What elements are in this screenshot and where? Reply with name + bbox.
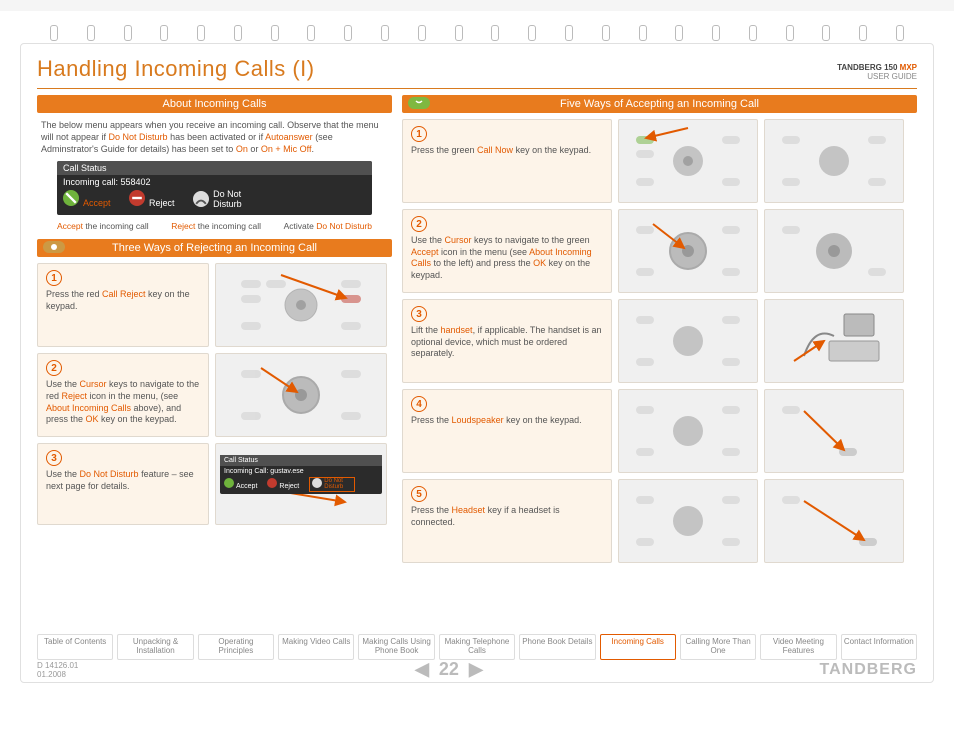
- accept-illustration-4a: [618, 389, 758, 473]
- tab-contact[interactable]: Contact Information: [841, 634, 917, 660]
- spiral-binding: [20, 25, 934, 43]
- section-bar-reject: Three Ways of Rejecting an Incoming Call: [37, 239, 392, 257]
- phone-accept-icon: [408, 97, 430, 109]
- tab-phonebook-calls[interactable]: Making Calls Using Phone Book: [358, 634, 434, 660]
- page-number: 22: [439, 659, 459, 680]
- prev-page-icon[interactable]: ◀: [415, 659, 429, 680]
- accept-illustration-3a: [618, 299, 758, 383]
- tab-features[interactable]: Video Meeting Features: [760, 634, 836, 660]
- reject-illustration-3: Call Status Incoming Call: gustav.ese Ac…: [215, 443, 387, 525]
- reject-step-3: 3 Use the Do Not Disturb feature – see n…: [37, 443, 209, 525]
- accept-illustration-5a: [618, 479, 758, 563]
- section-bar-about: About Incoming Calls: [37, 95, 392, 113]
- tab-telephone[interactable]: Making Telephone Calls: [439, 634, 515, 660]
- phone-reject-icon: [43, 241, 65, 253]
- accept-illustration-5b: [764, 479, 904, 563]
- tab-unpacking[interactable]: Unpacking & Installation: [117, 634, 193, 660]
- reject-illustration-2: [215, 353, 387, 437]
- accept-illustration-4b: [764, 389, 904, 473]
- reject-icon: [129, 190, 145, 206]
- accept-icon: [63, 190, 79, 206]
- tab-phonebook-details[interactable]: Phone Book Details: [519, 634, 595, 660]
- accept-illustration-1a: [618, 119, 758, 203]
- title-rule: [37, 88, 917, 89]
- product-label: TANDBERG 150 MXP USER GUIDE: [837, 63, 917, 82]
- accept-illustration-2a: [618, 209, 758, 293]
- accept-step-1: 1 Press the green Call Now key on the ke…: [402, 119, 612, 203]
- accept-step-4: 4 Press the Loudspeaker key on the keypa…: [402, 389, 612, 473]
- page-title: Handling Incoming Calls (I): [37, 56, 315, 82]
- brand-logo: TANDBERG: [820, 661, 917, 679]
- tab-incoming[interactable]: Incoming Calls: [600, 634, 676, 660]
- accept-illustration-3b: [764, 299, 904, 383]
- section-bar-accept: Five Ways of Accepting an Incoming Call: [402, 95, 917, 113]
- accept-illustration-1b: [764, 119, 904, 203]
- accept-illustration-2b: [764, 209, 904, 293]
- nav-tabs: Table of Contents Unpacking & Installati…: [37, 634, 917, 660]
- reject-step-1: 1 Press the red Call Reject key on the k…: [37, 263, 209, 347]
- reject-illustration-1: [215, 263, 387, 347]
- next-page-icon[interactable]: ▶: [469, 659, 483, 680]
- call-status-menu: Call Status Incoming call: 558402 Accept…: [57, 161, 372, 215]
- dnd-icon: [193, 191, 209, 207]
- accept-step-2: 2 Use the Cursor keys to navigate to the…: [402, 209, 612, 293]
- tab-operating[interactable]: Operating Principles: [198, 634, 274, 660]
- about-text: The below menu appears when you receive …: [37, 119, 392, 155]
- accept-step-5: 5 Press the Headset key if a headset is …: [402, 479, 612, 563]
- reject-step-2: 2 Use the Cursor keys to navigate to the…: [37, 353, 209, 437]
- tab-multicall[interactable]: Calling More Than One: [680, 634, 756, 660]
- tab-toc[interactable]: Table of Contents: [37, 634, 113, 660]
- doc-info: D 14126.0101.2008: [37, 661, 78, 679]
- accept-step-3: 3 Lift the handset, if applicable. The h…: [402, 299, 612, 383]
- menu-captions: Accept the incoming call Reject the inco…: [57, 221, 372, 231]
- tab-video-calls[interactable]: Making Video Calls: [278, 634, 354, 660]
